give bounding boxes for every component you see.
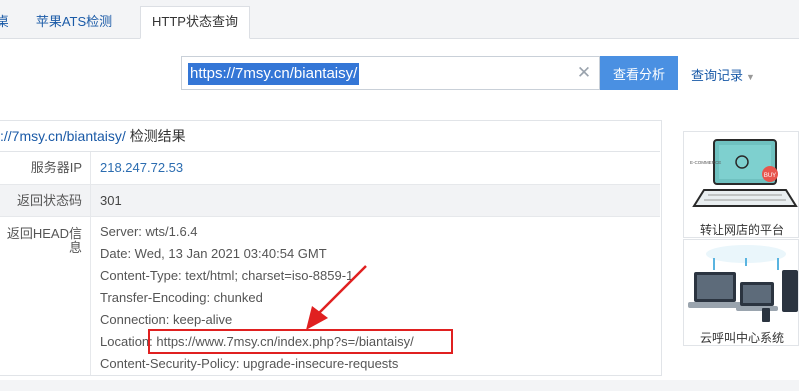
status-code-label: 返回状态码 bbox=[0, 185, 91, 216]
history-label: 查询记录 bbox=[691, 68, 744, 83]
head-line: Server: wts/1.6.4 bbox=[100, 224, 198, 239]
row-status-code: 返回状态码 301 bbox=[0, 185, 660, 217]
ad-caption[interactable]: 云呼叫中心系统 bbox=[684, 329, 799, 346]
tab-http-status[interactable]: HTTP状态查询 bbox=[140, 6, 250, 39]
analyze-button[interactable]: 查看分析 bbox=[600, 56, 678, 90]
head-line: Content-Security-Policy: upgrade-insecur… bbox=[100, 356, 399, 371]
url-input[interactable] bbox=[189, 62, 569, 84]
status-code-value: 301 bbox=[100, 193, 122, 208]
chevron-down-icon: ▼ bbox=[746, 72, 755, 82]
tab-partial[interactable]: 桌 bbox=[0, 7, 8, 37]
history-dropdown[interactable]: 查询记录 ▼ bbox=[691, 65, 755, 84]
tab-bar: 桌 苹果ATS检测 HTTP状态查询 bbox=[0, 0, 799, 39]
clear-icon[interactable]: ✕ bbox=[574, 63, 594, 83]
row-server-ip: 服务器IP 218.247.72.53 bbox=[0, 152, 660, 185]
annotation-highlight-box bbox=[148, 329, 453, 354]
head-line: Date: Wed, 13 Jan 2021 03:40:54 GMT bbox=[100, 246, 327, 261]
result-title-suffix: 检测结果 bbox=[129, 128, 186, 144]
head-line: Transfer-Encoding: chunked bbox=[100, 290, 263, 305]
ecommerce-text: E-COMMERCE bbox=[690, 160, 721, 165]
ad-caption[interactable]: 转让网店的平台 bbox=[684, 221, 799, 238]
result-title: ://7msy.cn/biantaisy/ 检测结果 bbox=[0, 121, 660, 152]
head-line: Connection: keep-alive bbox=[100, 312, 233, 327]
url-search-box: https://7msy.cn/biantaisy/ ✕ bbox=[181, 56, 600, 90]
cloud-network-illustration bbox=[688, 245, 798, 322]
ad-cloud-callcenter[interactable]: 云呼叫中心系统 bbox=[683, 239, 799, 346]
server-ip-value: 218.247.72.53 bbox=[100, 160, 184, 175]
head-info-label: 返回HEAD信息 bbox=[0, 217, 91, 375]
server-ip-label: 服务器IP bbox=[0, 152, 91, 184]
result-title-url[interactable]: ://7msy.cn/biantaisy/ bbox=[0, 128, 126, 144]
laptop-ecommerce-illustration: BUY E-COMMERCE bbox=[690, 139, 798, 207]
buy-text: BUY bbox=[764, 173, 776, 179]
head-line: Content-Type: text/html; charset=iso-885… bbox=[100, 268, 354, 283]
tab-ats-check[interactable]: 苹果ATS检测 bbox=[20, 7, 128, 37]
ad-ecommerce[interactable]: BUY E-COMMERCE 转让网店的平台 bbox=[683, 131, 799, 238]
page-bottom-strip bbox=[0, 380, 799, 391]
